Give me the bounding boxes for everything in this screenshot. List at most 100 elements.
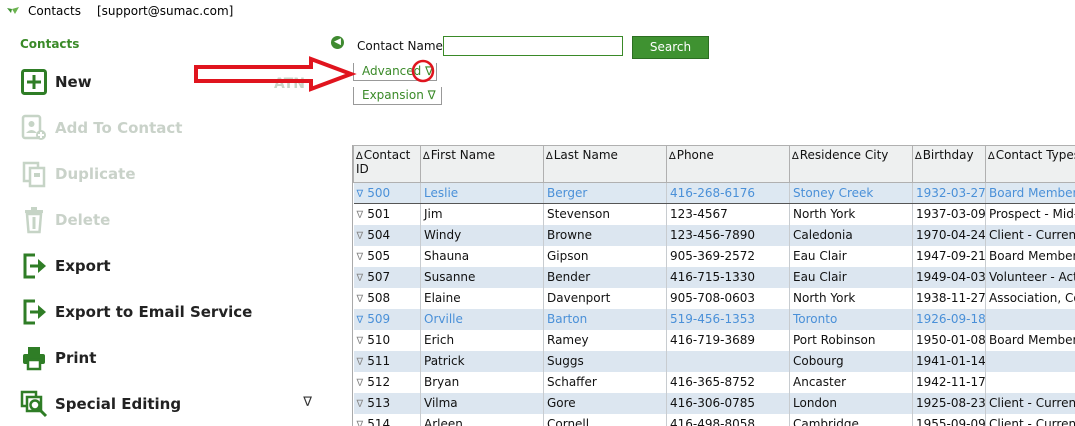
- cell-birthday[interactable]: 1926-09-18: [912, 308, 986, 330]
- cell-last-name[interactable]: Suggs: [543, 350, 667, 372]
- cell-contact-id[interactable]: ∇ 500: [353, 182, 421, 204]
- table-row[interactable]: ∇ 514 Arleen Cornell 416-498-8058 Cambridge 19…: [353, 413, 1075, 426]
- cell-first-name[interactable]: Arleen: [420, 413, 544, 426]
- cell-last-name[interactable]: Ramey: [543, 329, 667, 351]
- cell-phone[interactable]: 416-306-0785: [666, 392, 790, 414]
- cell-first-name[interactable]: Shauna: [420, 245, 544, 267]
- cell-contact-id[interactable]: ∇ 508: [353, 287, 421, 309]
- sidebar-item-special-editing[interactable]: Special Editing ∇: [20, 387, 320, 421]
- table-row[interactable]: ∇ 509 Orville Barton 519-456-1353 Toronto 1926…: [353, 308, 1075, 330]
- column-header-contact-types[interactable]: ∆Contact Types: [985, 145, 1075, 183]
- cell-first-name[interactable]: Susanne: [420, 266, 544, 288]
- cell-contact-types[interactable]: Client - Current: [985, 392, 1075, 414]
- row-expand-icon[interactable]: ∇: [357, 420, 364, 426]
- sidebar-item-export[interactable]: Export: [20, 249, 320, 283]
- search-button[interactable]: Search: [632, 36, 709, 59]
- cell-residence-city[interactable]: Caledonia: [789, 224, 913, 246]
- cell-contact-types[interactable]: Board Member -: [985, 329, 1075, 351]
- cell-phone[interactable]: 416-268-6176: [666, 182, 790, 204]
- cell-residence-city[interactable]: Cobourg: [789, 350, 913, 372]
- cell-birthday[interactable]: 1970-04-24: [912, 224, 986, 246]
- cell-first-name[interactable]: Bryan: [420, 371, 544, 393]
- cell-contact-types[interactable]: Board Member -: [985, 182, 1075, 204]
- cell-first-name[interactable]: Elaine: [420, 287, 544, 309]
- cell-last-name[interactable]: Davenport: [543, 287, 667, 309]
- row-expand-icon[interactable]: ∇: [357, 189, 364, 200]
- table-row[interactable]: ∇ 500 Leslie Berger 416-268-6176 Stoney Creek…: [353, 182, 1075, 204]
- cell-contact-id[interactable]: ∇ 504: [353, 224, 421, 246]
- table-row[interactable]: ∇ 511 Patrick Suggs Cobourg 1941-01-14: [353, 350, 1075, 372]
- sidebar-item-print[interactable]: Print: [20, 341, 320, 375]
- cell-last-name[interactable]: Barton: [543, 308, 667, 330]
- cell-last-name[interactable]: Gipson: [543, 245, 667, 267]
- row-expand-icon[interactable]: ∇: [357, 273, 364, 284]
- table-row[interactable]: ∇ 505 Shauna Gipson 905-369-2572 Eau Clair 194…: [353, 245, 1075, 267]
- cell-phone[interactable]: [666, 350, 790, 372]
- cell-birthday[interactable]: 1955-09-09: [912, 413, 986, 426]
- cell-contact-id[interactable]: ∇ 513: [353, 392, 421, 414]
- table-row[interactable]: ∇ 501 Jim Stevenson 123-4567 North York 1937-0…: [353, 203, 1075, 225]
- column-header-first-name[interactable]: ∆First Name: [420, 145, 544, 183]
- cell-birthday[interactable]: 1937-03-09: [912, 203, 986, 225]
- cell-last-name[interactable]: Cornell: [543, 413, 667, 426]
- cell-phone[interactable]: 416-715-1330: [666, 266, 790, 288]
- cell-first-name[interactable]: Vilma: [420, 392, 544, 414]
- cell-contact-id[interactable]: ∇ 505: [353, 245, 421, 267]
- cell-contact-types[interactable]: [985, 308, 1075, 330]
- cell-residence-city[interactable]: London: [789, 392, 913, 414]
- cell-last-name[interactable]: Gore: [543, 392, 667, 414]
- cell-phone[interactable]: 123-4567: [666, 203, 790, 225]
- contact-name-input[interactable]: [443, 36, 623, 56]
- row-expand-icon[interactable]: ∇: [357, 357, 364, 368]
- cell-phone[interactable]: 416-365-8752: [666, 371, 790, 393]
- cell-phone[interactable]: 416-719-3689: [666, 329, 790, 351]
- table-row[interactable]: ∇ 504 Windy Browne 123-456-7890 Caledonia 1970…: [353, 224, 1075, 246]
- cell-contact-id[interactable]: ∇ 514: [353, 413, 421, 426]
- cell-phone[interactable]: 123-456-7890: [666, 224, 790, 246]
- row-expand-icon[interactable]: ∇: [357, 294, 364, 305]
- cell-birthday[interactable]: 1947-09-21: [912, 245, 986, 267]
- cell-contact-types[interactable]: Association, Co: [985, 287, 1075, 309]
- chevron-down-icon[interactable]: ∇: [303, 395, 312, 410]
- table-row[interactable]: ∇ 508 Elaine Davenport 905-708-0603 North Yor…: [353, 287, 1075, 309]
- cell-phone[interactable]: 905-708-0603: [666, 287, 790, 309]
- cell-first-name[interactable]: Windy: [420, 224, 544, 246]
- column-header-birthday[interactable]: ∆Birthday: [912, 145, 986, 183]
- table-row[interactable]: ∇ 507 Susanne Bender 416-715-1330 Eau Clair 19…: [353, 266, 1075, 288]
- column-header-residence-city[interactable]: ∆Residence City: [789, 145, 913, 183]
- cell-residence-city[interactable]: Port Robinson: [789, 329, 913, 351]
- cell-residence-city[interactable]: Stoney Creek: [789, 182, 913, 204]
- cell-residence-city[interactable]: Cambridge: [789, 413, 913, 426]
- cell-phone[interactable]: 519-456-1353: [666, 308, 790, 330]
- cell-first-name[interactable]: Orville: [420, 308, 544, 330]
- cell-first-name[interactable]: Leslie: [420, 182, 544, 204]
- cell-contact-id[interactable]: ∇ 509: [353, 308, 421, 330]
- cell-residence-city[interactable]: North York: [789, 203, 913, 225]
- cell-residence-city[interactable]: Ancaster: [789, 371, 913, 393]
- cell-contact-types[interactable]: [985, 350, 1075, 372]
- cell-birthday[interactable]: 1925-08-23: [912, 392, 986, 414]
- table-row[interactable]: ∇ 512 Bryan Schaffer 416-365-8752 Ancaster 194…: [353, 371, 1075, 393]
- row-expand-icon[interactable]: ∇: [357, 378, 364, 389]
- cell-contact-id[interactable]: ∇ 512: [353, 371, 421, 393]
- cell-contact-types[interactable]: Client - Current,: [985, 224, 1075, 246]
- cell-birthday[interactable]: 1932-03-27: [912, 182, 986, 204]
- table-row[interactable]: ∇ 513 Vilma Gore 416-306-0785 London 1925-08-2…: [353, 392, 1075, 414]
- cell-residence-city[interactable]: Eau Clair: [789, 266, 913, 288]
- row-expand-icon[interactable]: ∇: [357, 399, 364, 410]
- column-header-contact-id[interactable]: ∆Contact ID: [353, 145, 421, 183]
- cell-contact-types[interactable]: [985, 371, 1075, 393]
- cell-last-name[interactable]: Browne: [543, 224, 667, 246]
- cell-contact-id[interactable]: ∇ 507: [353, 266, 421, 288]
- cell-birthday[interactable]: 1941-01-14: [912, 350, 986, 372]
- cell-contact-id[interactable]: ∇ 510: [353, 329, 421, 351]
- cell-birthday[interactable]: 1950-01-08: [912, 329, 986, 351]
- column-header-phone[interactable]: ∆Phone: [666, 145, 790, 183]
- cell-last-name[interactable]: Schaffer: [543, 371, 667, 393]
- collapse-panel-button[interactable]: ◀: [331, 36, 344, 49]
- row-expand-icon[interactable]: ∇: [357, 336, 364, 347]
- cell-phone[interactable]: 905-369-2572: [666, 245, 790, 267]
- cell-birthday[interactable]: 1949-04-03: [912, 266, 986, 288]
- cell-contact-types[interactable]: Board Member -: [985, 245, 1075, 267]
- cell-last-name[interactable]: Stevenson: [543, 203, 667, 225]
